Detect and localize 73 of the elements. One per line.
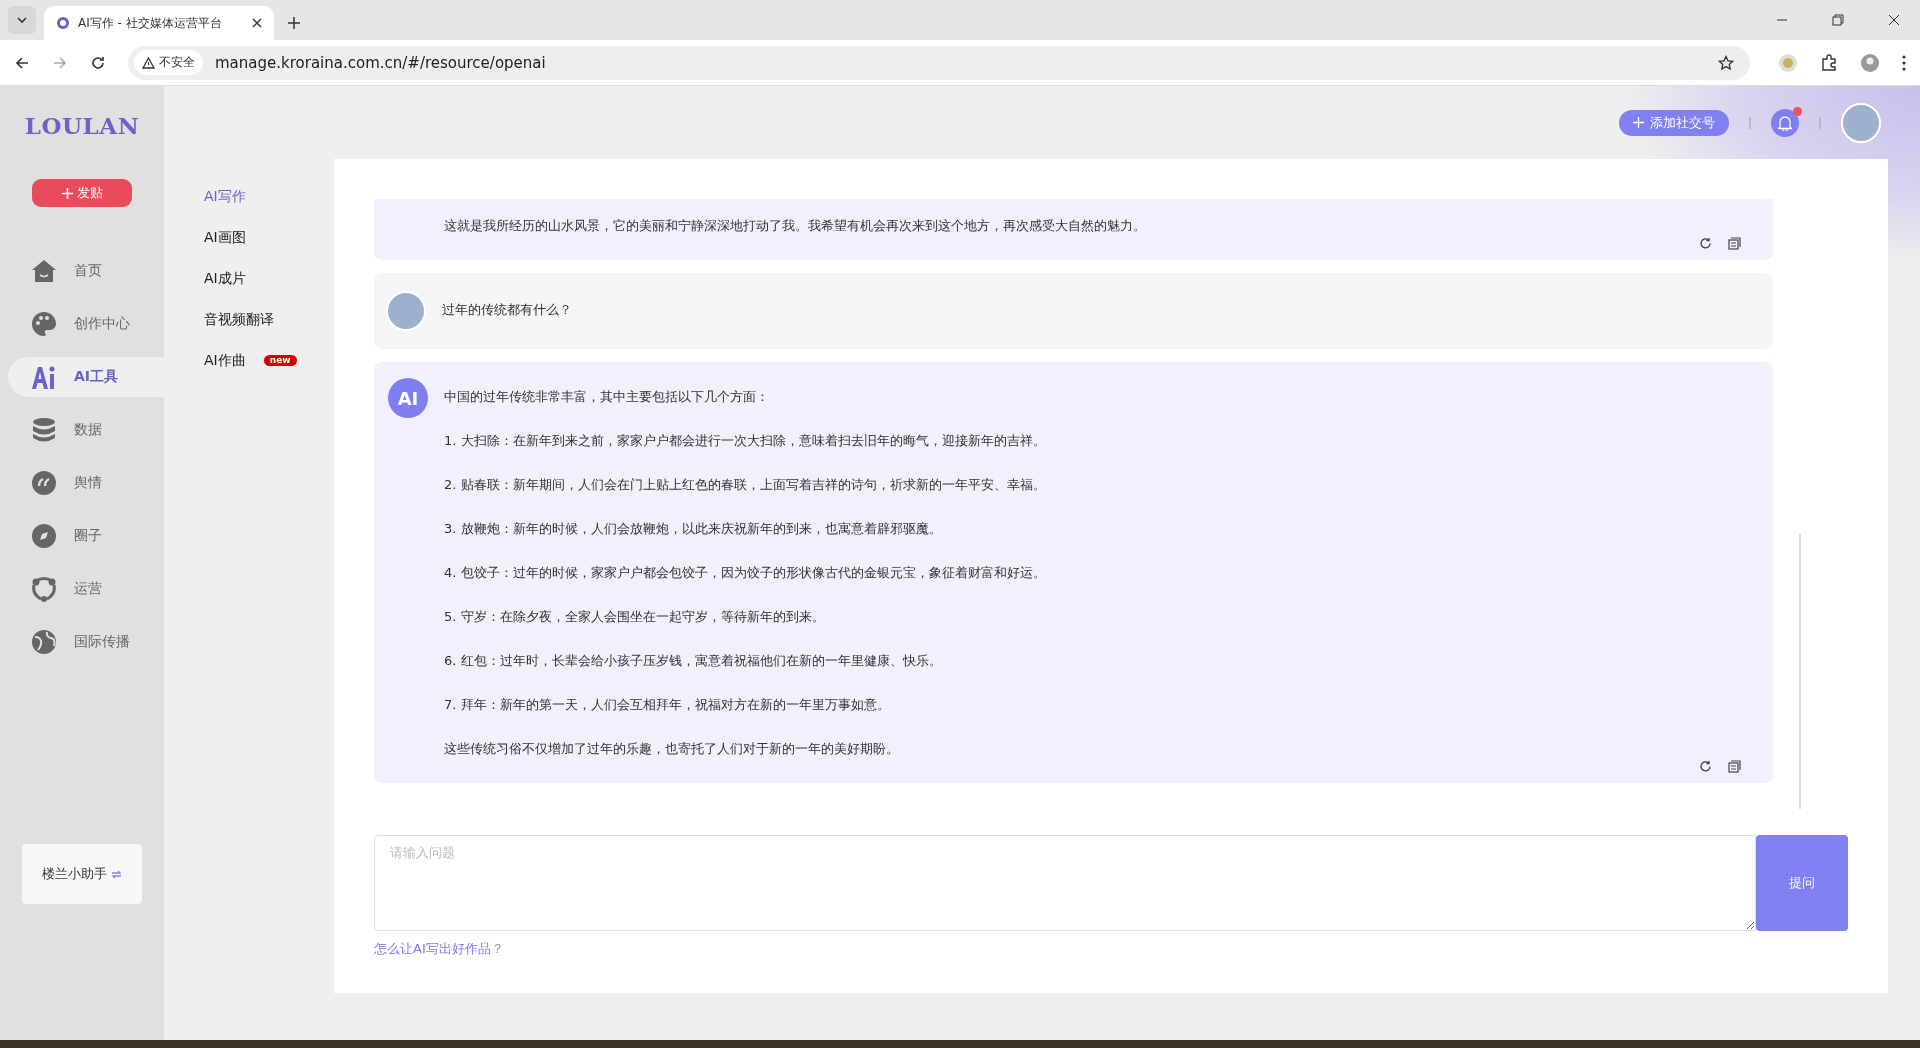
message-paragraph: 1. 大扫除：在新年到来之前，家家户户都会进行一次大扫除，意味着扫去旧年的晦气，迎接新年的吉祥。 [444,432,1046,450]
message-paragraph: 6. 红包：过年时，长辈会给小孩子压岁钱，寓意着祝福他们在新的一年里健康、快乐。 [444,652,943,670]
submenu-item[interactable]: 音视频翻译 [204,310,274,329]
nav-label: 运营 [74,580,102,598]
nav-item[interactable]: 数据 [8,410,164,450]
close-window-icon[interactable] [1888,14,1900,26]
nav-label: 创作中心 [74,315,130,333]
logo[interactable]: LOULAN [24,112,140,139]
swap-icon [111,868,122,880]
browser-tab[interactable]: AI写作 - 社交媒体运营平台 [44,6,274,40]
message-paragraph: 2. 贴春联：新年期间，人们会在门上贴上红色的春联，上面写着吉祥的诗句，祈求新的一年平安、幸福。 [444,476,1046,494]
submenu-item[interactable]: AI作曲 [204,351,246,370]
caret-icon [16,14,28,26]
message-paragraph: 3. 放鞭炮：新年的时候，人们会放鞭炮，以此来庆祝新年的到来，也寓意着辟邪驱魔。 [444,520,943,538]
plus-icon [1633,117,1644,128]
post-button[interactable]: 发贴 [32,179,132,207]
help-link[interactable]: 怎么让AI写出好作品？ [374,940,504,958]
close-icon[interactable] [252,18,262,28]
ai-avatar: AI [388,378,428,418]
profile-icon[interactable] [1860,52,1880,73]
nav-item[interactable]: 舆情 [8,463,164,503]
nav-item[interactable]: 运营 [8,569,164,609]
security-label: 不安全 [159,54,195,71]
submenu-item[interactable]: AI成片 [204,269,246,288]
submit-button[interactable]: 提问 [1756,835,1848,931]
more-icon[interactable] [1902,54,1906,71]
warning-icon [142,56,155,69]
submenu-item[interactable]: AI写作 [204,187,246,206]
bell-icon [1778,114,1792,131]
tab-list-button[interactable] [8,6,36,34]
address-field[interactable]: 不安全 manage.kroraina.com.cn/#/resource/openai [128,45,1750,80]
refresh-icon[interactable] [1699,760,1712,773]
message-paragraph: 7. 拜年：新年的第一天，人们会互相拜年，祝福对方在新的一年里万事如意。 [444,696,891,714]
message-paragraph: 过年的传统都有什么？ [442,301,572,319]
back-icon[interactable] [14,54,30,71]
scrollbar[interactable] [1799,534,1801,809]
message-paragraph: 5. 守岁：在除夕夜，全家人会围坐在一起守岁，等待新年的到来。 [444,608,826,626]
nav-label: AI工具 [74,368,119,386]
message-paragraph: 中国的过年传统非常丰富，其中主要包括以下几个方面： [444,388,770,406]
new-tab-icon[interactable] [288,17,300,29]
message-paragraph: 这就是我所经历的山水风景，它的美丽和宁静深深地打动了我。我希望有机会再次来到这个地方，再次感受大自然的魅力。 [444,217,1146,235]
refresh-icon[interactable] [1699,237,1712,250]
copy-icon[interactable] [1728,237,1741,250]
assistant-label: 楼兰小助手 [42,865,107,883]
nav-label: 首页 [74,262,102,280]
nav-item[interactable]: 首页 [8,251,164,291]
reload-icon[interactable] [90,54,106,71]
submenu-item[interactable]: AI画图 [204,228,246,247]
message-paragraph: 这些传统习俗不仅增加了过年的乐趣，也寄托了人们对于新的一年的美好期盼。 [444,740,900,758]
add-account-button[interactable]: 添加社交号 [1619,109,1729,136]
puzzle-icon[interactable] [1820,53,1838,72]
tab-favicon-icon [56,16,70,30]
tab-title: AI写作 - 社交媒体运营平台 [78,14,223,32]
security-chip[interactable]: 不安全 [134,50,203,75]
restore-icon[interactable] [1832,14,1844,26]
nav-label: 国际传播 [74,633,130,651]
user-avatar [386,291,426,331]
nav-label: 圈子 [74,527,102,545]
bookmark-star-icon[interactable] [1718,54,1734,71]
assistant-card[interactable]: 楼兰小助手 [22,844,142,904]
nav-label: 数据 [74,421,102,439]
nav-item[interactable]: 国际传播 [8,622,164,662]
notification-button[interactable] [1771,108,1799,137]
message-paragraph: 4. 包饺子：过年的时候，家家户户都会包饺子，因为饺子的形状像古代的金银元宝，象征着财富和好运。 [444,564,1046,582]
copy-icon[interactable] [1728,760,1741,773]
new-badge: new [263,355,297,366]
question-input[interactable]: 请输入问题 [374,835,1756,931]
plus-icon [61,187,73,199]
nav-item[interactable]: 圈子 [8,516,164,556]
nav-label: 舆情 [74,474,102,492]
url-text: manage.kroraina.com.cn/#/resource/openai [215,53,547,72]
nav-item[interactable]: AI工具 [8,357,164,397]
nav-item[interactable]: 创作中心 [8,304,164,344]
